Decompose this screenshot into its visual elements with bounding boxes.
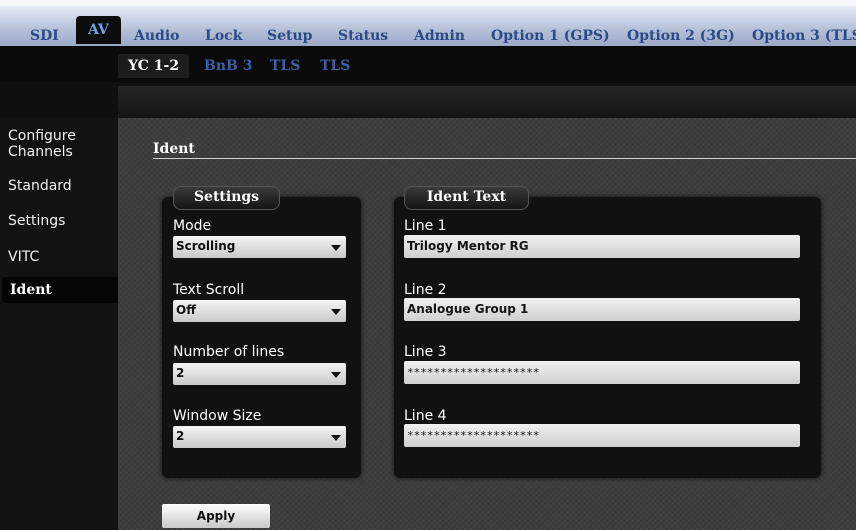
subtab-tls-2[interactable]: TLS [320, 54, 350, 78]
settings-panel: Settings Mode Scrolling Text Scroll Off … [162, 186, 361, 478]
section-title: Ident [153, 141, 195, 157]
sidebar-item-configure-channels[interactable]: Configure Channels [8, 128, 98, 160]
sidebar-item-settings[interactable]: Settings [8, 213, 116, 229]
line-2-label: Line 2 [404, 282, 447, 298]
chevron-down-icon [331, 372, 341, 378]
number-of-lines-select[interactable]: 2 [173, 363, 346, 385]
content-header-bar [118, 86, 856, 118]
main-nav: SDI AV Audio Lock Setup Status Admin Opt… [0, 0, 856, 46]
line-1-label: Line 1 [404, 218, 447, 234]
mode-value: Scrolling [176, 239, 236, 253]
text-scroll-value: Off [176, 303, 196, 317]
sidebar: Configure Channels Standard Settings VIT… [0, 118, 124, 530]
subtab-bnb-3[interactable]: BnB 3 [204, 54, 252, 78]
sidebar-item-vitc[interactable]: VITC [8, 249, 116, 265]
sidebar-item-ident[interactable]: Ident [2, 277, 124, 303]
line-2-input[interactable]: Analogue Group 1 [404, 298, 800, 321]
text-scroll-label: Text Scroll [173, 282, 245, 298]
subtab-tls-1[interactable]: TLS [270, 54, 300, 78]
line-4-input[interactable]: ******************** [404, 424, 800, 447]
mode-label: Mode [173, 218, 212, 234]
window-size-label: Window Size [173, 408, 262, 424]
tab-av[interactable]: AV [76, 16, 121, 44]
chevron-down-icon [331, 435, 341, 441]
line-1-value: Trilogy Mentor RG [407, 239, 529, 253]
chevron-down-icon [331, 309, 341, 315]
sidebar-item-standard[interactable]: Standard [8, 178, 116, 194]
ident-text-panel: Ident Text Line 1 Trilogy Mentor RG Line… [394, 186, 821, 478]
content-area: Ident Settings Mode Scrolling Text Scrol… [118, 118, 856, 530]
ident-text-panel-title: Ident Text [404, 186, 529, 210]
line-4-value: ******************** [407, 429, 540, 442]
line-1-input[interactable]: Trilogy Mentor RG [404, 235, 800, 258]
line-2-value: Analogue Group 1 [407, 302, 529, 316]
section-divider [153, 158, 856, 159]
line-4-label: Line 4 [404, 408, 447, 424]
line-3-label: Line 3 [404, 344, 447, 360]
number-of-lines-value: 2 [176, 366, 185, 380]
settings-panel-title: Settings [173, 186, 280, 210]
subtab-yc-1-2[interactable]: YC 1-2 [118, 54, 190, 78]
mode-select[interactable]: Scrolling [173, 236, 346, 258]
number-of-lines-label: Number of lines [173, 344, 285, 360]
line-3-input[interactable]: ******************** [404, 361, 800, 384]
sub-nav: YC 1-2 BnB 3 TLS TLS [0, 46, 856, 82]
window-size-value: 2 [176, 429, 185, 443]
window-size-select[interactable]: 2 [173, 426, 346, 448]
chevron-down-icon [331, 245, 341, 251]
text-scroll-select[interactable]: Off [173, 300, 346, 322]
line-3-value: ******************** [407, 366, 540, 379]
apply-button[interactable]: Apply [162, 504, 270, 528]
